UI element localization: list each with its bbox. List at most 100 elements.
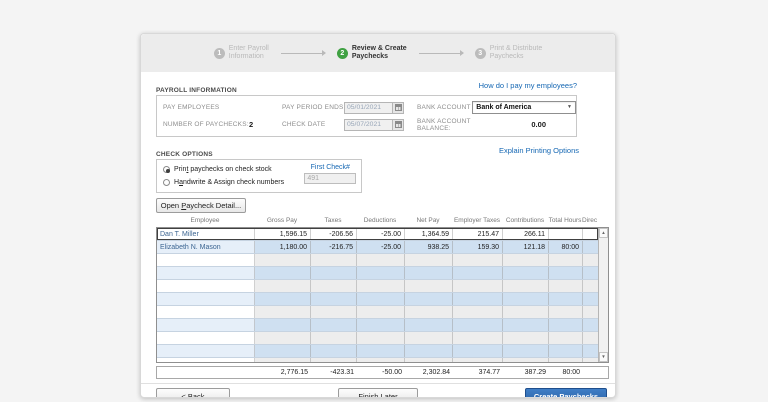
chevron-down-icon: ▼ [567,104,572,110]
finish-later-button[interactable]: Finish Later [338,388,418,397]
dialog-footer: < Back Finish Later Create Paychecks [141,383,615,397]
value-cell: 266.11 [503,228,549,240]
value-cell [357,332,405,344]
value-cell [453,345,503,357]
value-cell [357,254,405,266]
value-cell [311,345,357,357]
handwrite-assign-label: Handwrite & Assign check numbers [174,179,284,186]
value-cell [357,306,405,318]
totals-value-cell: 2,302.84 [422,369,450,376]
step-1-line1: Enter Payroll [228,44,269,52]
value-cell [311,267,357,279]
table-row-empty[interactable] [157,345,598,358]
calendar-button[interactable] [392,118,404,131]
radio-selected-icon[interactable] [163,166,170,173]
value-cell [583,293,598,305]
help-row: How do I pay my employees? [156,75,615,90]
bank-account-dropdown[interactable]: Bank of America ▼ [472,101,576,114]
employee-name-cell [157,254,255,266]
vertical-scrollbar[interactable]: ▲ ▼ [598,228,608,362]
handwrite-assign-option[interactable]: Handwrite & Assign check numbers [163,176,300,189]
value-cell [549,345,583,357]
value-cell [357,319,405,331]
value-cell: 80:00 [549,241,583,253]
employee-name-cell[interactable]: Elizabeth N. Mason [157,241,255,253]
table-row-empty[interactable] [157,319,598,332]
employee-name-cell [157,319,255,331]
value-cell [453,254,503,266]
table-row-empty[interactable] [157,358,598,362]
first-check-area: First Check# [300,163,361,189]
totals-empty-cell [157,367,255,378]
check-options-box: Print paychecks on check stock Handwrite… [156,159,362,193]
value-cell [583,306,598,318]
step-1-label: Enter Payroll Information [229,45,269,62]
table-row-empty[interactable] [157,332,598,345]
value-cell: 1,364.59 [405,228,453,240]
table-totals-row: 2,776.15 -423.31 -50.00 2,302.84 374.77 387.2… [156,366,609,379]
value-cell: 1,596.15 [255,228,311,240]
value-cell [453,358,503,362]
table-header-row: Employee Gross Pay Taxes Deductions Net Pay E… [156,217,597,227]
value-cell [311,319,357,331]
value-cell [405,358,453,362]
table-row[interactable]: Elizabeth N. Mason 1,180.00 -216.75 -25.00 9… [157,241,598,254]
value-cell [583,332,598,344]
value-cell [583,241,598,253]
how-do-i-pay-my-employees-link[interactable]: How do I pay my employees? [479,81,577,90]
step-1-line2: Information [228,53,264,60]
paycheck-grid: Dan T. Miller 1,596.15 -206.56 -25.00 1,364.… [156,227,609,363]
value-cell [311,293,357,305]
table-row-empty[interactable] [157,293,598,306]
value-cell [583,254,598,266]
value-cell [311,358,357,362]
number-of-paychecks-value: 2 [249,120,254,129]
scroll-up-icon[interactable]: ▲ [599,228,608,238]
table-row-empty[interactable] [157,280,598,293]
detail-label-post: aycheck Detail... [186,201,242,210]
employee-name-cell[interactable]: Dan T. Miller [157,228,255,240]
calendar-button[interactable] [392,101,404,114]
value-cell [255,332,311,344]
back-button[interactable]: < Back [156,388,230,397]
step-2-label: Review & Create Paychecks [352,45,407,62]
step-3-line1: Print & Distribute [489,44,543,52]
scroll-down-icon[interactable]: ▼ [599,352,608,362]
value-cell: -25.00 [357,241,405,253]
value-cell [453,293,503,305]
value-cell [357,293,405,305]
check-date-field [344,118,404,131]
totals-value-cell: 80:00 [562,369,580,376]
value-cell: 121.18 [503,241,549,253]
create-paychecks-button[interactable]: Create Paychecks [525,388,607,397]
value-cell [255,306,311,318]
employee-name-cell [157,293,255,305]
table-row-empty[interactable] [157,267,598,280]
payroll-info-column-1: PAY EMPLOYEES NUMBER OF PAYCHECKS: 2 [157,99,282,133]
employee-name-cell [157,280,255,292]
print-paychecks-option[interactable]: Print paychecks on check stock [163,163,300,176]
value-cell [405,319,453,331]
value-cell [549,254,583,266]
value-cell [583,280,598,292]
column-header-contributions: Contributions [505,217,545,224]
value-cell: -25.00 [357,228,405,240]
table-row-empty[interactable] [157,306,598,319]
explain-printing-options-link[interactable]: Explain Printing Options [499,146,579,155]
radio-unselected-icon[interactable] [163,179,170,186]
open-paycheck-detail-button[interactable]: Open Paycheck Detail... [156,198,246,213]
pay-period-ends-input[interactable] [344,101,392,114]
table-row-empty[interactable] [157,254,598,267]
value-cell: 159.30 [453,241,503,253]
dialog-content: How do I pay my employees? PAYROLL INFOR… [141,75,615,379]
first-check-number-input[interactable] [304,173,357,184]
value-cell [453,267,503,279]
stepper-arrow-icon [280,50,326,56]
value-cell [453,280,503,292]
value-cell [255,280,311,292]
employee-name-cell [157,306,255,318]
value-cell [255,319,311,331]
check-date-input[interactable] [344,118,392,131]
table-row[interactable]: Dan T. Miller 1,596.15 -206.56 -25.00 1,364.… [157,228,598,241]
bank-account-balance-label: BANK ACCOUNT BALANCE: [417,117,471,132]
